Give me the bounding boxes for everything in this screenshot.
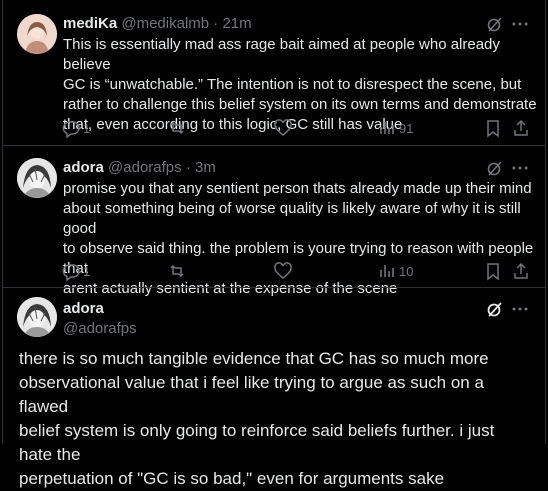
text-line: arent actually sentient at the expense o… [63,280,398,297]
text-line: there is so much tangible evidence that … [19,349,489,368]
text-line: that, even according to this logic, GC s… [63,116,403,133]
text-line: to observe said thing. the problem is yo… [63,240,534,277]
views-count: 91 [399,121,414,136]
divider [3,145,545,146]
grok-icon[interactable] [485,158,505,178]
more-icon[interactable] [510,14,530,34]
reply-icon[interactable] [61,118,81,138]
separator-dot: · [185,159,191,176]
text-line: GC is “unwatchable.” The intention is no… [63,76,522,93]
tweet-header: adora @adorafps · 3m [63,158,216,178]
more-icon[interactable] [510,299,530,319]
grok-icon[interactable] [485,14,505,34]
reply-count: 1 [83,121,91,136]
more-icon[interactable] [510,158,530,178]
views-count: 10 [399,264,414,279]
retweet-icon[interactable] [167,261,187,281]
display-name[interactable]: adora [63,299,104,319]
share-icon[interactable] [511,118,531,138]
share-icon[interactable] [511,261,531,281]
display-name[interactable]: mediKa [63,15,117,32]
avatar[interactable] [17,297,57,337]
divider [3,287,545,288]
tweet-text: there is so much tangible evidence that … [19,347,531,491]
like-icon[interactable] [273,261,293,281]
like-icon[interactable] [273,118,293,138]
avatar[interactable] [17,158,57,198]
handle[interactable]: @adorafps [108,159,182,176]
avatar[interactable] [17,14,57,54]
views-icon[interactable] [377,118,397,138]
text-line: observational value that i feel like try… [19,373,484,416]
text-line: promise you that any sentient person tha… [63,180,532,197]
display-name[interactable]: adora [63,159,104,176]
reply-count: 1 [83,264,91,279]
views-icon[interactable] [377,261,397,281]
timestamp[interactable]: 21m [222,15,251,32]
text-line: perpetuation of "GC is so bad," even for… [19,469,445,488]
text-line: This is essentially mad ass rage bait ai… [63,36,500,73]
grok-icon[interactable] [485,299,505,319]
separator-dot: · [213,15,219,32]
tweet-header: mediKa @medikalmb · 21m [63,14,252,34]
text-line: about something being of worse quality i… [63,200,521,237]
tweet-text: This is essentially mad ass rage bait ai… [63,35,545,135]
text-line: rather to challenge this belief system o… [63,96,537,113]
handle[interactable]: @adorafps [63,319,137,339]
retweet-icon[interactable] [167,118,187,138]
bookmark-icon[interactable] [483,118,503,138]
handle[interactable]: @medikalmb [121,15,209,32]
bookmark-icon[interactable] [483,261,503,281]
tweet-text: promise you that any sentient person tha… [63,179,545,299]
text-line: belief system is only going to reinforce… [19,421,495,464]
timestamp[interactable]: 3m [195,159,216,176]
reply-icon[interactable] [61,261,81,281]
timeline: mediKa @medikalmb · 21m This is essentia… [2,0,546,488]
